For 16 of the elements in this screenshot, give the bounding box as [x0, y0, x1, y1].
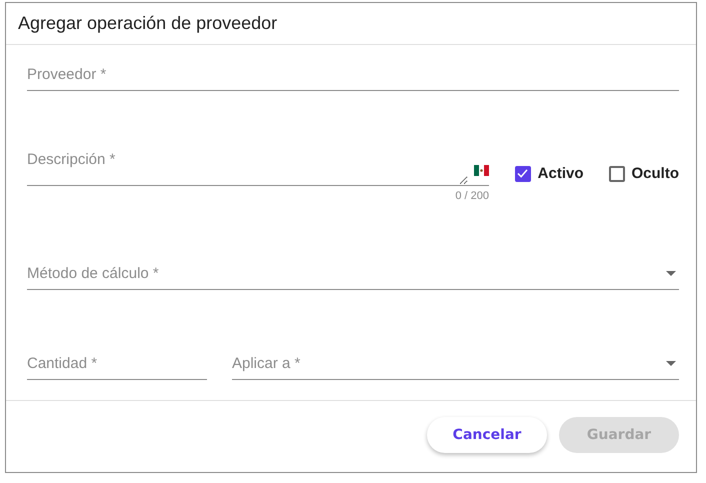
cancel-button[interactable]: Cancelar [427, 417, 547, 453]
description-field[interactable]: Descripción * [27, 147, 489, 186]
checkbox[interactable] [514, 166, 531, 182]
flag-icon[interactable] [474, 165, 489, 176]
caret-icon [666, 361, 676, 366]
checkbox[interactable] [608, 166, 624, 182]
character-counter: 0 / 200 [455, 190, 489, 202]
apply-to-select[interactable]: Aplicar a * [232, 355, 666, 372]
checkbox-label: Oculto [632, 165, 679, 182]
quantity-field[interactable]: Cantidad * [27, 355, 226, 372]
supplier-field[interactable]: Proveedor * [27, 66, 679, 83]
checkbox-label: Activo [538, 165, 584, 182]
check-icon [517, 169, 528, 178]
method-select[interactable]: Método de cálculo * [27, 265, 666, 282]
dialog-title: Agregar operación de proveedor [18, 13, 278, 34]
caret-icon [666, 271, 676, 276]
